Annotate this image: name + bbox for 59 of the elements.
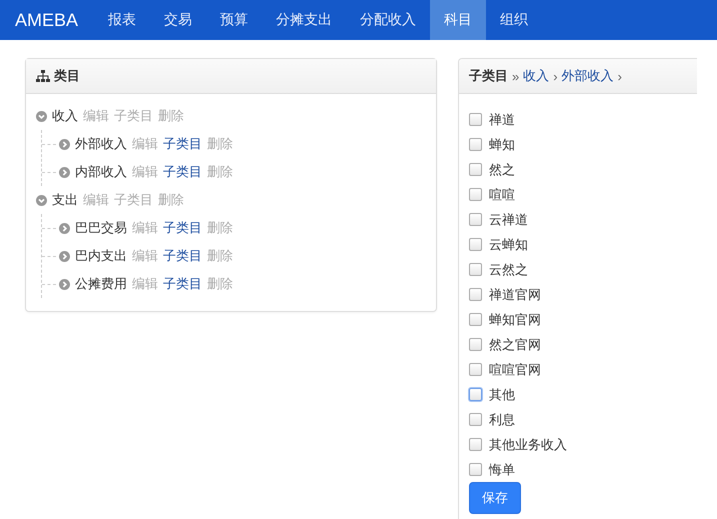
panel-title: 子类目 [469,67,508,85]
save-button[interactable]: 保存 [469,482,521,514]
action-link[interactable]: 编辑 [132,135,158,153]
action-link[interactable]: 编辑 [132,247,158,265]
action-link[interactable]: 编辑 [132,275,158,293]
action-link[interactable]: 子类目 [163,247,202,265]
option-label: 蝉知 [489,136,515,154]
nav-tab[interactable]: 交易 [150,0,206,40]
panel-title: 类目 [54,67,80,85]
category-name: 收入 [52,107,78,125]
nav-tab[interactable]: 报表 [94,0,150,40]
option-label: 利息 [489,410,515,428]
option-label: 然之 [489,160,515,178]
option-label: 喧喧 [489,186,515,204]
category-name: 巴巴交易 [75,219,127,237]
option-label: 云蝉知 [489,236,528,254]
action-link[interactable]: 删除 [207,275,233,293]
action-link[interactable]: 删除 [207,163,233,181]
breadcrumb-link[interactable]: 收入 [523,67,550,85]
option-label: 然之官网 [489,336,541,354]
action-link[interactable]: 删除 [207,247,233,265]
option-label: 禅道 [489,110,515,128]
action-link[interactable]: 编辑 [132,163,158,181]
option-label: 其他 [489,386,515,404]
brand-logo[interactable]: AMEBA [0,0,94,40]
action-link[interactable]: 编辑 [83,107,109,125]
action-link[interactable]: 子类目 [163,135,202,153]
action-link[interactable]: 编辑 [83,191,109,209]
nav-tab[interactable]: 分配收入 [346,0,430,40]
nav-tab[interactable]: 预算 [206,0,262,40]
action-link[interactable]: 子类目 [163,275,202,293]
category-name: 内部收入 [75,163,127,181]
action-link[interactable]: 子类目 [114,107,153,125]
option-label: 喧喧官网 [489,360,541,378]
action-link[interactable]: 编辑 [132,219,158,237]
option-label: 云然之 [489,260,528,278]
action-link[interactable]: 子类目 [114,191,153,209]
category-name: 支出 [52,191,78,209]
action-link[interactable]: 删除 [158,191,184,209]
category-name: 巴内支出 [75,247,127,265]
action-link[interactable]: 子类目 [163,219,202,237]
option-label: 蝉知官网 [489,310,541,328]
nav-tab[interactable]: 组织 [486,0,542,40]
option-label: 其他业务收入 [489,436,567,454]
action-link[interactable]: 删除 [207,219,233,237]
category-name: 外部收入 [75,135,127,153]
separator-glyph: » [512,68,520,84]
breadcrumb-arrow: › [618,68,622,84]
breadcrumb-link[interactable]: 外部收入 [562,67,614,85]
breadcrumb-arrow: › [553,68,558,84]
nav-tab[interactable]: 科目 [430,0,486,40]
option-label: 禅道官网 [489,286,541,304]
action-link[interactable]: 子类目 [163,163,202,181]
option-label: 云禅道 [489,210,528,228]
nav-tab[interactable]: 分摊支出 [262,0,346,40]
option-label: 悔单 [489,460,515,478]
category-name: 公摊费用 [75,275,127,293]
action-link[interactable]: 删除 [207,135,233,153]
action-link[interactable]: 删除 [158,107,184,125]
